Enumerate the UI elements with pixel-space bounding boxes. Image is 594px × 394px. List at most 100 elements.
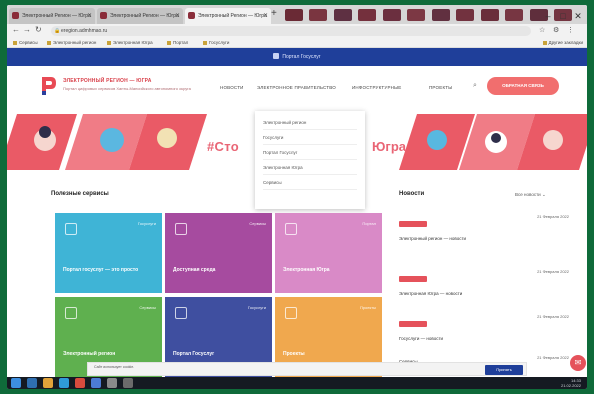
pinned-tab-thumbnail[interactable] (382, 9, 401, 21)
maximize-icon[interactable]: □ (556, 10, 570, 23)
nav-news[interactable]: НОВОСТИ (220, 85, 244, 90)
new-tab-button[interactable]: + (271, 8, 277, 20)
tile-title: Электронная Югра (283, 267, 330, 273)
cookie-accept-button[interactable]: Принять (485, 365, 523, 375)
lock-icon: 🔒 (54, 28, 61, 34)
browser-tab[interactable]: Электронный Регион — Югра ✕ (97, 8, 183, 24)
dropdown-item[interactable]: Госуслуги (263, 130, 357, 145)
document-icon (285, 223, 297, 235)
service-tile[interactable]: Госуслуги Портал госуслуг — это просто (55, 213, 162, 293)
tile-title: Доступная среда (173, 267, 216, 273)
window-controls: – □ ✕ (540, 6, 585, 23)
chrome-browser-icon[interactable] (75, 378, 85, 388)
back-arrow-icon[interactable]: ← (12, 25, 20, 34)
bookmark-item[interactable]: Портал (167, 40, 188, 45)
service-tile[interactable]: Сервисы Доступная среда (165, 213, 272, 293)
bookmark-item[interactable]: Сервисы (13, 40, 38, 45)
search-icon[interactable]: ⌕ (473, 82, 477, 90)
windows-start-icon[interactable] (11, 378, 21, 388)
chat-icon (175, 223, 187, 235)
pinned-tab-thumbnail[interactable] (431, 9, 450, 21)
tile-title: Портал госуслуг — это просто (63, 267, 139, 273)
menu-icon[interactable]: ⋮ (567, 26, 574, 34)
pinned-tab-thumbnail[interactable] (456, 9, 475, 21)
site-favicon-icon (12, 12, 19, 19)
system-clock[interactable]: 14:33 21.02.2022 (561, 378, 581, 388)
minimize-icon[interactable]: – (541, 10, 555, 23)
tab-title: Электронный Регион — Югра (198, 13, 267, 19)
all-news-link[interactable]: Все новости ⌄ (515, 192, 546, 198)
news-text: Госуслуги — новости (399, 336, 444, 341)
bookmarks-bar: Сервисы Электронный регион Электронная Ю… (7, 38, 587, 48)
dropdown-item[interactable]: Сервисы (263, 175, 357, 190)
dropdown-item[interactable]: Портал Госуслуг (263, 145, 357, 160)
pinned-tab-thumbnail[interactable] (285, 9, 303, 21)
tile-title: Электронный регион (63, 351, 116, 357)
star-icon[interactable]: ☆ (539, 26, 545, 34)
extensions-icon[interactable]: ⚙ (553, 26, 559, 34)
close-icon[interactable]: ✕ (263, 12, 268, 19)
site-brand[interactable]: ЭЛЕКТРОННЫЙ РЕГИОН — ЮГРА (63, 78, 152, 84)
pinned-tab-thumbnail[interactable] (333, 9, 352, 21)
bookmark-item[interactable]: Электронная Югра (107, 40, 153, 45)
news-item[interactable]: 21 Февраля 2022 Электронный регион — нов… (399, 214, 569, 242)
service-tiles: Госуслуги Портал госуслуг — это просто С… (55, 213, 383, 377)
chat-bubble-icon: ✉ (574, 358, 582, 367)
forward-arrow-icon[interactable]: → (23, 25, 31, 34)
nav-projects[interactable]: ПРОЕКТЫ (429, 85, 452, 90)
close-icon[interactable]: ✕ (87, 12, 92, 19)
nav-infostructure[interactable]: ИНФОСТРУКТУРНЫЕ (352, 85, 401, 90)
pinned-tab-thumbnail[interactable] (505, 9, 524, 21)
url-input[interactable]: 🔒 eregion.admhmao.ru (51, 26, 531, 36)
app-icon[interactable] (107, 378, 117, 388)
tile-tag: Проекты (359, 305, 376, 310)
gosuslugi-icon (273, 53, 280, 59)
tab-title: Электронный Регион — Югра (110, 13, 179, 19)
news-date: 21 Февраля 2022 (537, 214, 569, 219)
news-item[interactable]: 21 Февраля 2022 Госуслуги — новости (399, 314, 569, 342)
close-window-icon[interactable]: ✕ (571, 10, 585, 23)
browser-tab[interactable]: Электронный Регион — Югра ✕ (9, 8, 95, 24)
reload-icon[interactable]: ↻ (35, 25, 42, 34)
chat-fab-button[interactable]: ✉ (570, 355, 586, 371)
pinned-tab-thumbnail[interactable] (480, 9, 499, 21)
service-tile[interactable]: Портал Электронная Югра (275, 213, 382, 293)
all-news-label: Все новости (515, 192, 541, 197)
other-bookmarks[interactable]: Другие закладки (543, 40, 583, 45)
feedback-button[interactable]: ОБРАТНАЯ СВЯЗЬ (487, 77, 559, 95)
browser-tab-active[interactable]: Электронный Регион — Югра ✕ (185, 8, 271, 24)
address-bar-row: ← → ↻ 🔒 eregion.admhmao.ru ☆ ⚙ ⋮ (7, 24, 587, 38)
close-icon[interactable]: ✕ (175, 12, 180, 19)
tile-title: Портал Госуслуг (173, 351, 215, 357)
tile-title: Проекты (283, 351, 305, 357)
gosuslugi-label: Портал Госуслуг (282, 54, 321, 60)
app-icon[interactable] (123, 378, 133, 388)
dropdown-item[interactable]: Электронный регион (263, 115, 357, 130)
news-badge (399, 221, 427, 227)
edge-browser-icon[interactable] (59, 378, 69, 388)
search-taskbar-icon[interactable] (27, 378, 37, 388)
gosuslugi-bar[interactable]: Портал Госуслуг (7, 48, 587, 66)
news-title: Новости (399, 191, 425, 197)
bookmark-item[interactable]: Госуслуги (203, 40, 229, 45)
banner-headline-tail: Югра (372, 139, 406, 154)
browser-window: Электронный Регион — Югра ✕ Электронный … (7, 5, 587, 389)
cookie-text: Сайт использует cookie. (94, 365, 135, 369)
bookmark-item[interactable]: Электронный регион (47, 40, 96, 45)
file-explorer-icon[interactable] (43, 378, 53, 388)
tab-bar: Электронный Регион — Югра ✕ Электронный … (7, 5, 587, 24)
pinned-tab-thumbnail[interactable] (407, 9, 426, 21)
nav-egov[interactable]: ЭЛЕКТРОННОЕ ПРАВИТЕЛЬСТВО (257, 85, 336, 90)
dropdown-item[interactable]: Электронная Югра (263, 160, 357, 175)
news-date: 21 Февраля 2022 (537, 314, 569, 319)
pinned-thumbnails (285, 8, 574, 21)
chat-icon (175, 307, 187, 319)
pinned-tab-thumbnail[interactable] (309, 9, 328, 21)
news-item[interactable]: 21 Февраля 2022 Электронная Югра — новос… (399, 269, 569, 297)
tile-tag: Госуслуги (247, 305, 266, 310)
site-logo-icon[interactable] (40, 75, 58, 97)
word-icon[interactable] (91, 378, 101, 388)
pinned-tab-thumbnail[interactable] (358, 9, 377, 21)
tile-tag: Сервисы (139, 305, 156, 310)
news-date: 21 Февраля 2022 (537, 355, 569, 360)
